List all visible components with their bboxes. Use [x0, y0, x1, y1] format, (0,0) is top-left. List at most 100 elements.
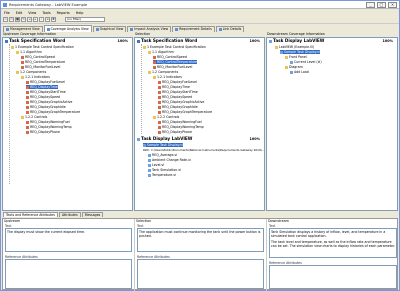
tree-item[interactable]: REQ_DisplayFuelLevel: [26, 80, 65, 84]
tree-item[interactable]: 1.1 Algorithm: [16, 50, 42, 54]
tree-item[interactable]: REQ_DisplayWarningTemp: [158, 125, 204, 129]
tree-item[interactable]: REQ_DisplayWarningFuel: [26, 120, 70, 124]
tree-item[interactable]: 1.2.1 Indicators: [21, 75, 50, 79]
search-icon[interactable]: ⌕: [39, 17, 44, 22]
minimize-button[interactable]: _: [366, 2, 375, 8]
tree-item[interactable]: 1 Example Task Control Specification: [11, 45, 74, 49]
menu-view[interactable]: View: [28, 11, 36, 15]
link-icon: [218, 28, 222, 31]
tree-item[interactable]: REQ_DisplayTime: [158, 85, 190, 89]
reference-box[interactable]: [269, 265, 397, 289]
requirement-icon: [26, 105, 29, 109]
tree-root[interactable]: Task Specification Word: [5, 38, 65, 43]
tree-item[interactable]: REQ_DisplayGraphicActive: [158, 100, 204, 104]
tree-item[interactable]: REQ_ControlSpeed: [153, 55, 187, 59]
labview-icon: [137, 137, 140, 141]
tree-item[interactable]: REQ_DisplayPhone: [158, 130, 192, 134]
tree-item[interactable]: REQ_DisplayGraphTemperature: [158, 110, 212, 114]
report-icon[interactable]: ≡: [45, 17, 50, 22]
back-icon[interactable]: ◂: [27, 17, 32, 22]
tree-item[interactable]: REQ_DisplayGraphIdle: [158, 105, 198, 109]
tree-item[interactable]: Current Level (#): [290, 60, 322, 64]
text-box[interactable]: The display must show the current elapse…: [5, 228, 132, 252]
tab-coverage-analysis[interactable]: Coverage Analysis View: [43, 25, 92, 32]
tree-item[interactable]: LabVIEW (Example.lll): [275, 45, 314, 49]
tree-item[interactable]: 1.2.2 Controls: [153, 115, 179, 119]
tab-requirement-details[interactable]: Requirement Details: [172, 26, 215, 32]
folder-icon: [153, 115, 156, 119]
menu-reports[interactable]: Reports: [57, 11, 70, 15]
tree-item[interactable]: Front Panel: [285, 55, 307, 59]
tab-texts-reference[interactable]: Texts and Reference Attributes: [3, 212, 58, 217]
tree-root[interactable]: Task Specification Word: [137, 38, 197, 43]
management-icon: [6, 28, 9, 31]
downstream-tree[interactable]: Task Display LabVIEW 100% LabVIEW (Examp…: [266, 37, 398, 211]
tab-graphical[interactable]: Graphical View: [92, 26, 127, 32]
open-icon[interactable]: ▭: [9, 17, 14, 22]
tree-item-selected[interactable]: Sample Task Display.vi: [143, 143, 183, 147]
tree-item[interactable]: REQ_DisplayStartTime: [158, 90, 198, 94]
tree-item[interactable]: Add Load: [290, 70, 309, 74]
tree-item[interactable]: REQ_Average.vi: [148, 153, 177, 157]
tree-item[interactable]: REQ_MonitorFuelLevel: [21, 65, 60, 69]
tree-item[interactable]: REQ_DisplayGraphTemperature: [26, 110, 80, 114]
requirement-icon: [153, 60, 156, 64]
tree-item[interactable]: REQ_ControlTemperature: [21, 60, 65, 64]
menu-tools[interactable]: Tools: [42, 11, 50, 15]
tree-item[interactable]: REQ_DisplayGraphicActive: [26, 100, 72, 104]
text-box[interactable]: The application must continue monitoring…: [137, 228, 264, 252]
tab-link-details[interactable]: Link Details: [215, 26, 245, 32]
tree-item-selected[interactable]: REQ_ControlTemperature: [153, 60, 198, 64]
tree-item[interactable]: 1.2.1 Indicators: [153, 75, 182, 79]
tree-item[interactable]: 1.2 Components: [148, 70, 178, 74]
tree-item[interactable]: REQ_DisplayWarningTemp: [26, 125, 72, 129]
tree-item[interactable]: 1.2 Components: [16, 70, 46, 74]
tree-item[interactable]: Ambient Change Rate.vi: [148, 158, 191, 162]
close-button[interactable]: ×: [388, 2, 397, 8]
requirement-icon: [21, 65, 24, 69]
tree-item[interactable]: REQ_ControlSpeed: [21, 55, 55, 59]
tree-item[interactable]: REQ_DisplaySpeed: [26, 95, 60, 99]
tree-item[interactable]: Temperature.vi: [148, 173, 176, 177]
tree-item[interactable]: Level.vi: [148, 163, 164, 167]
tree-root-2[interactable]: Task Display LabVIEW: [137, 136, 192, 141]
tree-item[interactable]: 1 Example Task Control Specification: [143, 45, 206, 49]
maximize-button[interactable]: □: [377, 2, 386, 8]
requirement-icon: [158, 110, 161, 114]
menu-help[interactable]: Help: [76, 11, 84, 15]
settings-icon[interactable]: ✱: [51, 17, 56, 22]
tree-item[interactable]: REQ_DisplayPhone: [26, 130, 60, 134]
tree-item[interactable]: REQ_DisplayWarningFuel: [158, 120, 202, 124]
requirement-icon: [158, 85, 161, 89]
forward-icon[interactable]: ▸: [33, 17, 38, 22]
reference-box[interactable]: [137, 259, 264, 289]
tree-item[interactable]: Tank Simulation.vi: [148, 168, 181, 172]
tree-item[interactable]: REQ_DisplayStartTime: [26, 90, 66, 94]
reference-box[interactable]: [5, 259, 132, 289]
tab-attributes[interactable]: Attributes: [58, 212, 81, 217]
filter-select[interactable]: (no filter): [65, 17, 105, 22]
tree-item-selected[interactable]: REQ_DisplayTime: [26, 85, 58, 89]
requirement-icon: [158, 90, 161, 94]
tree-item[interactable]: 1.1 Algorithm: [148, 50, 174, 54]
section-heading: Downstream: [268, 219, 289, 223]
tree-item-selected[interactable]: Sample Task Display.vi: [280, 50, 320, 54]
menu-edit[interactable]: Edit: [16, 11, 23, 15]
selection-tree[interactable]: Task Specification Word 100% 1 Example T…: [134, 37, 265, 211]
tree-item[interactable]: REQ_DisplayFuelLevel: [158, 80, 197, 84]
save-icon[interactable]: ■: [15, 17, 20, 22]
requirement-icon: [21, 60, 24, 64]
tree-item[interactable]: Diagram: [285, 65, 303, 69]
refresh-icon[interactable]: ↻: [21, 17, 26, 22]
upstream-tree[interactable]: Task Specification Word 100% 1 Example T…: [2, 37, 133, 211]
menu-file[interactable]: File: [4, 11, 10, 15]
text-box[interactable]: Tank Simulation displays a history of in…: [269, 228, 397, 258]
tree-item[interactable]: REQ_DisplayGraphIdle: [26, 105, 66, 109]
tree-root[interactable]: Task Display LabVIEW: [269, 38, 324, 43]
tree-item-path: Path: C:\Users\Public\Documents\National…: [143, 148, 265, 152]
tab-messages[interactable]: Messages: [81, 212, 104, 217]
tree-item[interactable]: REQ_MonitorFuelLevel: [153, 65, 192, 69]
tree-item[interactable]: 1.2.2 Controls: [21, 115, 47, 119]
new-icon[interactable]: ▫: [3, 17, 8, 22]
tree-item[interactable]: REQ_DisplaySpeed: [158, 95, 192, 99]
